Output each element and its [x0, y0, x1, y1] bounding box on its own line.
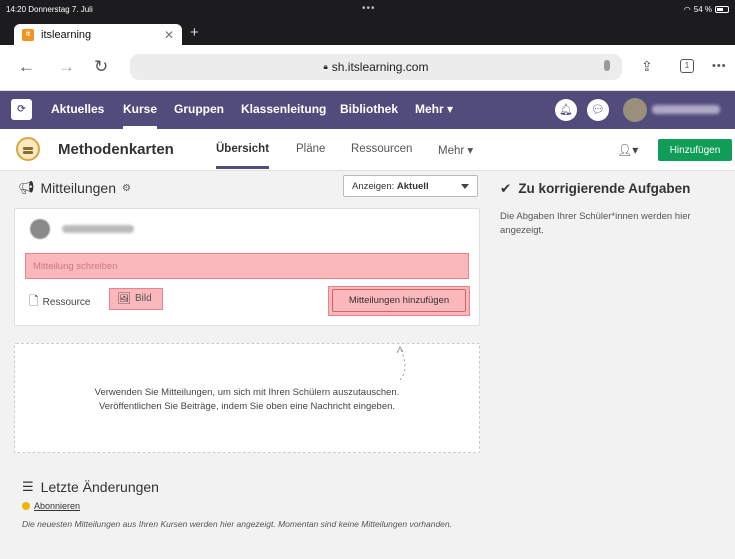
filter-select[interactable]: Anzeigen: Aktuell [343, 175, 478, 197]
add-announcement-button[interactable]: Mitteilungen hinzufügen [332, 289, 466, 312]
participants-icon[interactable]: 👤︎▾ [617, 143, 638, 157]
address-bar[interactable]: 🔒︎ sh.itslearning.com [130, 54, 622, 80]
tab-overview-icon[interactable]: 1 [680, 59, 694, 73]
reload-icon[interactable]: ↻ [94, 57, 108, 77]
gear-icon[interactable]: ⚙ [122, 183, 131, 194]
megaphone-icon: 📢︎ [18, 180, 35, 195]
empty-state-box: Verwenden Sie Mitteilungen, um sich mit … [14, 343, 480, 453]
tab-ressourcen[interactable]: Ressourcen [351, 143, 412, 155]
tab-mehr[interactable]: Mehr ▾ [438, 143, 473, 157]
more-icon[interactable]: ••• [712, 60, 727, 72]
status-bar: 14:20 Donnerstag 7. Juli ••• ◠ 54 % [0, 0, 735, 20]
course-icon [16, 137, 40, 161]
wifi-icon: ◠ [683, 5, 691, 14]
author-name-blurred [62, 225, 134, 233]
checkmark-icon: ✔ [500, 181, 512, 196]
battery-status: ◠ 54 % [684, 5, 729, 14]
announcements-header: 📢︎ Mitteilungen ⚙ [18, 180, 131, 196]
lock-icon: 🔒︎ [323, 62, 328, 71]
subscribe-link[interactable]: Abonnieren [22, 501, 80, 511]
file-icon: 🗋 [29, 294, 39, 308]
browser-toolbar: ← → ↻ 🔒︎ sh.itslearning.com ⇪ 1 ••• [0, 45, 735, 91]
resource-button[interactable]: 🗋 Ressource [29, 292, 90, 313]
chevron-down-icon [461, 184, 469, 189]
empty-state-line-1: Verwenden Sie Mitteilungen, um sich mit … [94, 387, 400, 398]
notifications-bell-icon[interactable]: 🔔︎ [555, 99, 577, 121]
nav-item-aktuelles[interactable]: Aktuelles [51, 102, 104, 116]
changes-header: ☰ Letzte Änderungen [22, 479, 159, 495]
add-button[interactable]: Hinzufügen [658, 139, 732, 161]
nav-item-klassenleitung[interactable]: Klassenleitung [241, 102, 326, 116]
course-header: Methodenkarten Übersicht Pläne Ressource… [0, 129, 735, 171]
announcements-title: Mitteilungen [40, 180, 117, 196]
itslearning-favicon-icon: it [22, 28, 34, 41]
nav-item-kurse[interactable]: Kurse [123, 102, 158, 129]
close-tab-icon[interactable]: ✕ [164, 28, 174, 42]
new-tab-icon[interactable]: + [190, 24, 199, 41]
microphone-icon[interactable] [604, 60, 610, 71]
back-icon[interactable]: ← [18, 57, 35, 77]
itslearning-logo[interactable]: ⟳ [11, 99, 32, 120]
tasks-text: Die Abgaben Ihrer Schüler*innen werden h… [500, 211, 691, 236]
browser-tab-title: itslearning [41, 28, 92, 41]
list-icon: ☰ [22, 479, 34, 494]
changes-text: Die neuesten Mitteilungen aus Ihren Kurs… [22, 519, 452, 529]
tasks-header: ✔ Zu korrigierende Aufgaben [500, 181, 690, 197]
nav-item-bibliothek[interactable]: Bibliothek [340, 102, 398, 116]
nav-item-gruppen[interactable]: Gruppen [174, 102, 224, 116]
image-label: Bild [134, 293, 152, 304]
share-icon[interactable]: ⇪ [641, 58, 653, 75]
browser-tab[interactable]: it itslearning ✕ [14, 24, 182, 45]
tab-plaene[interactable]: Pläne [296, 143, 325, 155]
tasks-title: Zu korrigierende Aufgaben [518, 181, 691, 196]
empty-state-text: Verwenden Sie Mitteilungen, um sich mit … [15, 386, 479, 414]
user-name-blurred[interactable] [652, 105, 720, 114]
message-input[interactable] [25, 253, 469, 279]
multitask-dots[interactable]: ••• [362, 3, 376, 14]
browser-tab-strip: it itslearning ✕ + [0, 20, 735, 45]
compose-card: 🗋 Ressource 🖼︎ Bild Mitteilungen hinzufü… [14, 208, 480, 326]
filter-prefix: Anzeigen: [352, 181, 397, 192]
resource-label: Ressource [42, 297, 91, 308]
image-button[interactable]: 🖼︎ Bild [117, 292, 152, 305]
author-avatar [30, 219, 50, 239]
battery-percent: 54 % [693, 5, 712, 14]
messages-icon[interactable]: 💬︎ [587, 99, 609, 121]
status-time: 14:20 Donnerstag 7. Juli [6, 5, 93, 14]
dashed-arrow-icon [396, 345, 406, 381]
image-icon: 🖼︎ [117, 293, 131, 305]
main-navigation: ⟳ Aktuelles Kurse Gruppen Klassenleitung… [0, 91, 735, 129]
changes-title: Letzte Änderungen [40, 479, 159, 495]
user-avatar[interactable] [623, 98, 647, 122]
forward-icon[interactable]: → [58, 57, 75, 77]
address-url: sh.itslearning.com [331, 60, 429, 74]
empty-state-line-2: Veröffentlichen Sie Beiträge, indem Sie … [98, 401, 396, 412]
filter-value: Aktuell [396, 181, 429, 192]
course-title: Methodenkarten [58, 141, 174, 158]
nav-item-mehr[interactable]: Mehr ▾ [415, 102, 453, 116]
tab-uebersicht[interactable]: Übersicht [216, 143, 270, 169]
subscribe-label: Abonnieren [34, 501, 81, 511]
rss-icon [22, 502, 30, 510]
battery-icon [715, 6, 729, 13]
